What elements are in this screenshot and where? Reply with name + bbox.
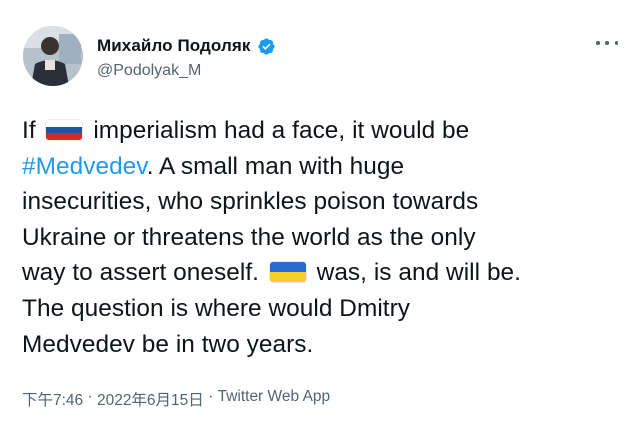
text-segment: imperialism had a face, it would be — [93, 117, 470, 144]
author-name-row[interactable]: Михайло Подоляк — [97, 35, 276, 57]
tweet-line: insecurities, who sprinkles poison towar… — [22, 188, 479, 216]
tweet-time-link[interactable]: 下午7:46 — [22, 388, 83, 410]
tweet-line: way to assert oneself. was, is and will … — [22, 255, 622, 291]
tweet-line: Medvedev be in two years. — [22, 330, 314, 358]
text-segment: was, is and will be. — [316, 259, 521, 287]
text-segment: If — [22, 117, 36, 144]
tweet-line: #Medvedev. A small man with huge — [22, 149, 622, 185]
author-display-name[interactable]: Михайло Подоляк — [97, 36, 251, 56]
tweet-text: If imperialism had a face, it would be #… — [22, 113, 622, 362]
tweet-line: The question is where would Dmitry — [22, 294, 411, 322]
tweet-date-link[interactable]: 2022年6月15日 — [97, 388, 204, 410]
russia-flag-emoji — [46, 120, 83, 140]
author-handle[interactable]: @Podolyak_M — [97, 62, 201, 80]
avatar[interactable] — [23, 26, 83, 86]
separator-dot: · — [83, 388, 97, 405]
more-dot — [614, 41, 618, 45]
tweet-source-link[interactable]: Twitter Web App — [218, 388, 331, 410]
verified-badge-icon — [257, 37, 275, 55]
more-options-icon[interactable] — [596, 36, 618, 50]
hashtag-link[interactable]: #Medvedev — [22, 153, 147, 180]
tweet-line: Ukraine or threatens the world as the on… — [22, 223, 476, 251]
tweet-metadata: 下午7:46 · 2022年6月15日 · Twitter Web App — [22, 388, 330, 410]
text-segment: way to assert oneself. — [22, 259, 259, 287]
tweet-line: If imperialism had a face, it would be — [22, 113, 622, 149]
more-dot — [596, 41, 600, 45]
ukraine-flag-emoji — [269, 262, 306, 283]
separator-dot: · — [203, 388, 218, 405]
more-dot — [605, 41, 609, 45]
text-segment: . A small man with huge — [146, 152, 405, 180]
